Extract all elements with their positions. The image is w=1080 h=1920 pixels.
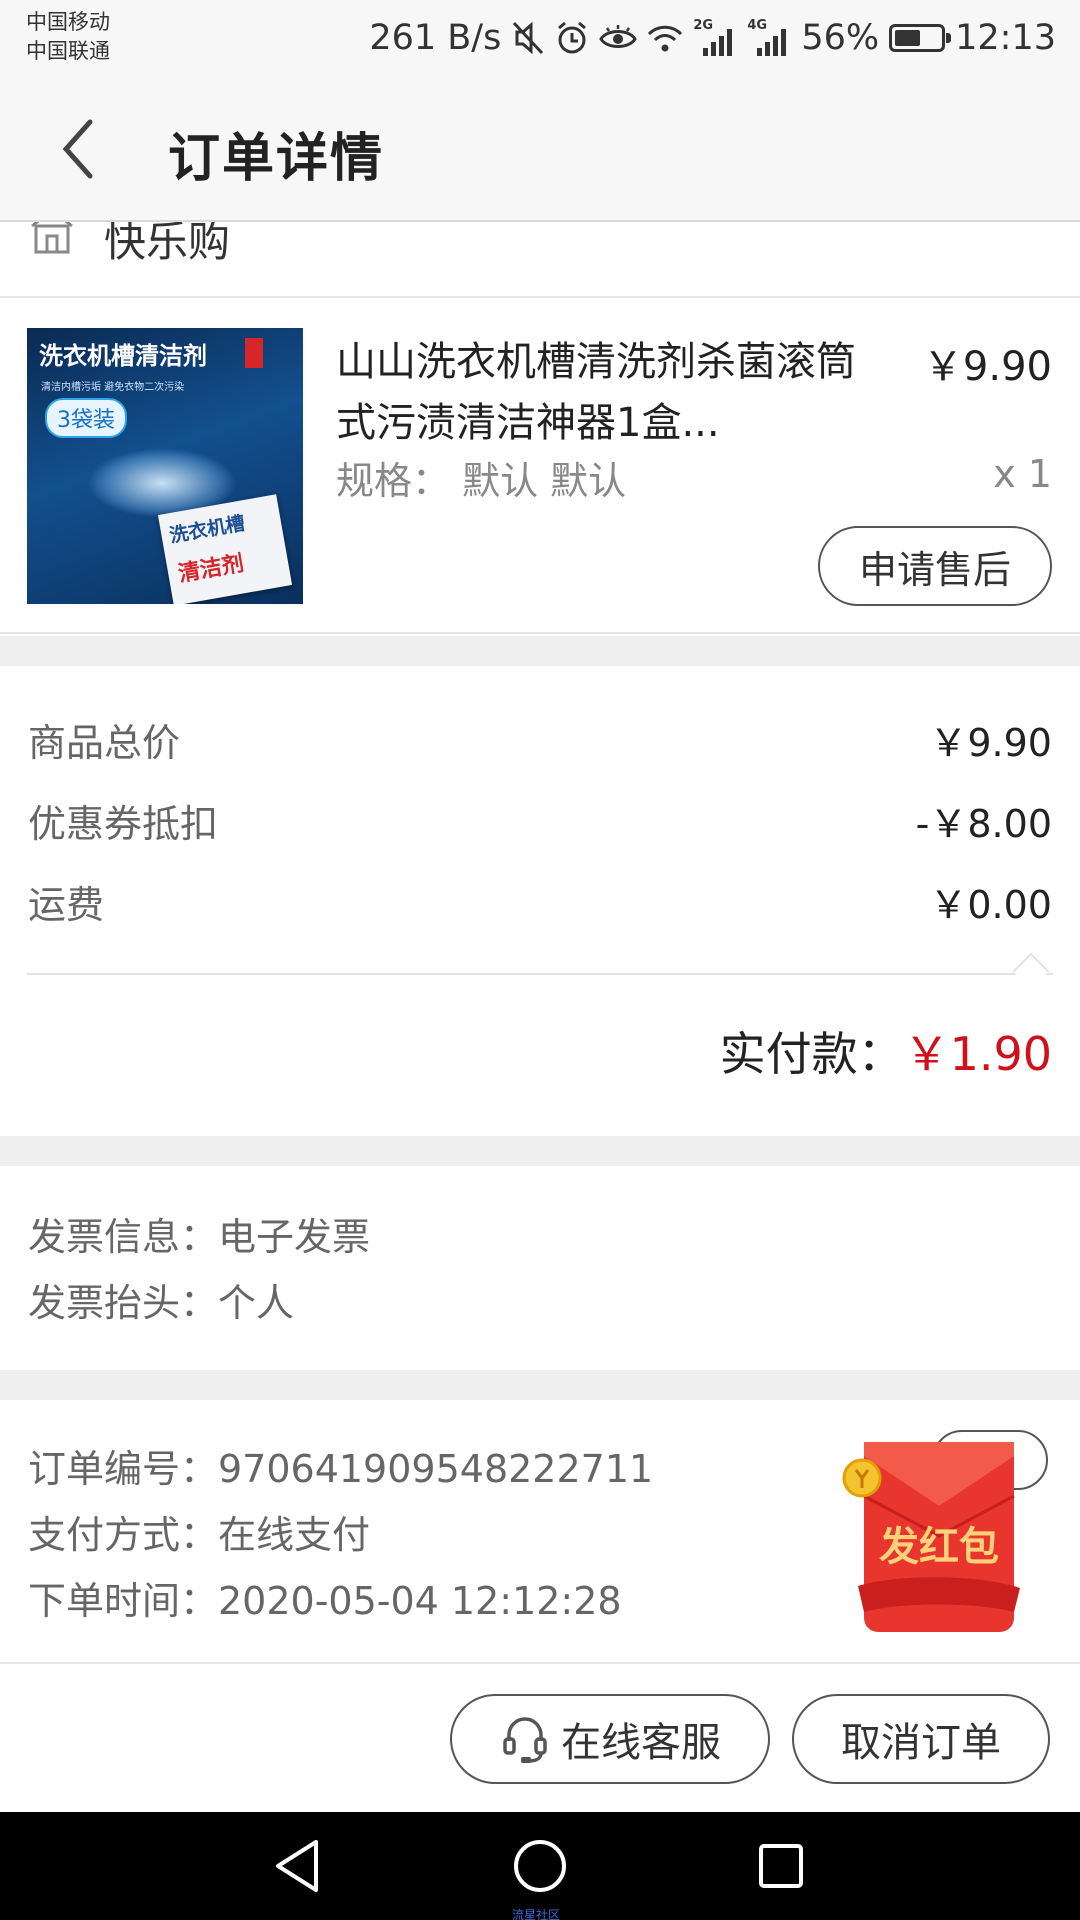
- invoice-header: 发票抬头：个人: [28, 1281, 295, 1325]
- circle-home-icon: [514, 1840, 566, 1892]
- signal-bars-icon: [703, 29, 733, 56]
- section-divider: [0, 636, 1080, 666]
- summary-value: -￥8.00: [915, 802, 1052, 846]
- after-sale-button[interactable]: 申请售后: [818, 526, 1052, 606]
- clock: 12:13: [955, 18, 1056, 58]
- system-navigation-bar: 流星社区: [0, 1812, 1080, 1920]
- order-time: 下单时间：2020-05-04 12:12:28: [28, 1579, 622, 1623]
- shop-row[interactable]: 快乐购: [0, 222, 1080, 298]
- system-home-button[interactable]: [505, 1836, 575, 1896]
- eye-comfort-icon: [599, 25, 638, 48]
- watermark: 流星社区: [512, 1908, 561, 1920]
- chevron-left-icon: [62, 119, 93, 179]
- carrier-1: 中国移动: [26, 10, 110, 34]
- product-name: 山山洗衣机槽清洗剂杀菌滚筒式污渍清洁神器1盒...: [336, 339, 856, 446]
- product-quantity: x 1: [993, 452, 1052, 496]
- system-recents-button[interactable]: [746, 1836, 816, 1896]
- product-image-title: 洗衣机槽清洁剂: [39, 342, 207, 370]
- signal-bars-icon: [757, 29, 787, 56]
- square-recents-icon: [759, 1844, 803, 1888]
- customer-service-button[interactable]: 在线客服: [450, 1694, 770, 1784]
- summary-label: 优惠券抵扣: [28, 802, 219, 846]
- bottom-action-bar: 在线客服 取消订单: [0, 1662, 1080, 1812]
- red-packet-button[interactable]: 发红包: [838, 1436, 1038, 1636]
- package-line-1: 洗衣机槽: [167, 512, 247, 548]
- invoice-section: 发票信息：电子发票 发票抬头：个人: [0, 1166, 1080, 1370]
- red-packet-label: 发红包: [879, 1524, 999, 1570]
- battery-percent: 56%: [801, 18, 880, 58]
- summary-row-shipping: 运费 ￥0.00: [28, 874, 1052, 934]
- cancel-order-button[interactable]: 取消订单: [792, 1694, 1050, 1784]
- summary-label: 运费: [28, 883, 105, 927]
- product-image-tag: [245, 338, 263, 368]
- product-image: 洗衣机槽清洁剂 清洁内槽污垢 避免衣物二次污染 3袋装 洗衣机槽 清洁剂: [27, 328, 303, 604]
- product-card[interactable]: 洗衣机槽清洁剂 清洁内槽污垢 避免衣物二次污染 3袋装 洗衣机槽 清洁剂 山山洗…: [0, 298, 1080, 634]
- app-header: 订单详情: [0, 76, 1080, 222]
- product-spec: 规格： 默认 默认: [336, 459, 627, 503]
- battery-icon: [889, 24, 952, 52]
- paid-amount-row: 实付款：￥1.90: [720, 1018, 1052, 1084]
- product-image-pack: 3袋装: [45, 398, 127, 438]
- section-divider: [0, 1136, 1080, 1166]
- summary-label: 商品总价: [28, 721, 181, 765]
- alarm-icon: [558, 21, 587, 54]
- summary-value: ￥9.90: [929, 721, 1052, 765]
- paid-amount-label: 实付款：: [719, 1027, 904, 1081]
- headset-icon: [503, 1717, 547, 1763]
- summary-divider-notch: [1012, 952, 1050, 990]
- product-package: 洗衣机槽 清洁剂: [157, 494, 293, 604]
- net-speed: 261 B/s: [369, 18, 502, 58]
- package-line-2: 清洁剂: [176, 551, 246, 588]
- section-divider: [0, 1370, 1080, 1400]
- order-info-section: 订单编号：970641909548222711 支付方式：在线支付 下单时间：2…: [0, 1400, 1080, 1660]
- summary-row-subtotal: 商品总价 ￥9.90: [28, 712, 1052, 772]
- price-summary: 商品总价 ￥9.90 优惠券抵扣 -￥8.00 运费 ￥0.00 实付款：￥1.…: [0, 666, 1080, 1136]
- summary-divider: [27, 973, 1053, 975]
- paid-amount-value: ￥1.90: [903, 1027, 1052, 1081]
- signal-4g: 4G: [747, 18, 791, 56]
- system-back-button[interactable]: [264, 1836, 334, 1896]
- mute-icon: [513, 21, 544, 55]
- carrier-labels: 中国移动 中国联通: [26, 8, 110, 66]
- summary-value: ￥0.00: [929, 883, 1052, 927]
- summary-row-coupon: 优惠券抵扣 -￥8.00: [28, 793, 1052, 853]
- invoice-info: 发票信息：电子发票: [28, 1215, 371, 1259]
- shop-name: 快乐购: [104, 222, 231, 266]
- carrier-2: 中国联通: [26, 39, 110, 63]
- red-packet-icon: 发红包: [842, 1442, 1020, 1632]
- triangle-back-icon: [276, 1840, 318, 1892]
- wifi-icon: [648, 25, 683, 52]
- payment-method: 支付方式：在线支付: [28, 1513, 371, 1557]
- status-indicators: 261 B/s 2G 4G 56% 12:13: [369, 14, 1056, 62]
- back-button[interactable]: [50, 112, 120, 186]
- page-title: 订单详情: [168, 129, 385, 189]
- product-price: ￥9.90: [922, 344, 1052, 390]
- product-image-subtitle: 清洁内槽污垢 避免衣物二次污染: [41, 382, 185, 393]
- battery-level: [895, 30, 921, 46]
- signal-2g: 2G: [693, 18, 737, 56]
- status-bar: 中国移动 中国联通 261 B/s 2G 4G 56% 12:13: [0, 0, 1080, 76]
- shop-icon: [31, 222, 73, 254]
- order-number: 订单编号：970641909548222711: [28, 1447, 654, 1491]
- customer-service-label: 在线客服: [561, 1720, 721, 1766]
